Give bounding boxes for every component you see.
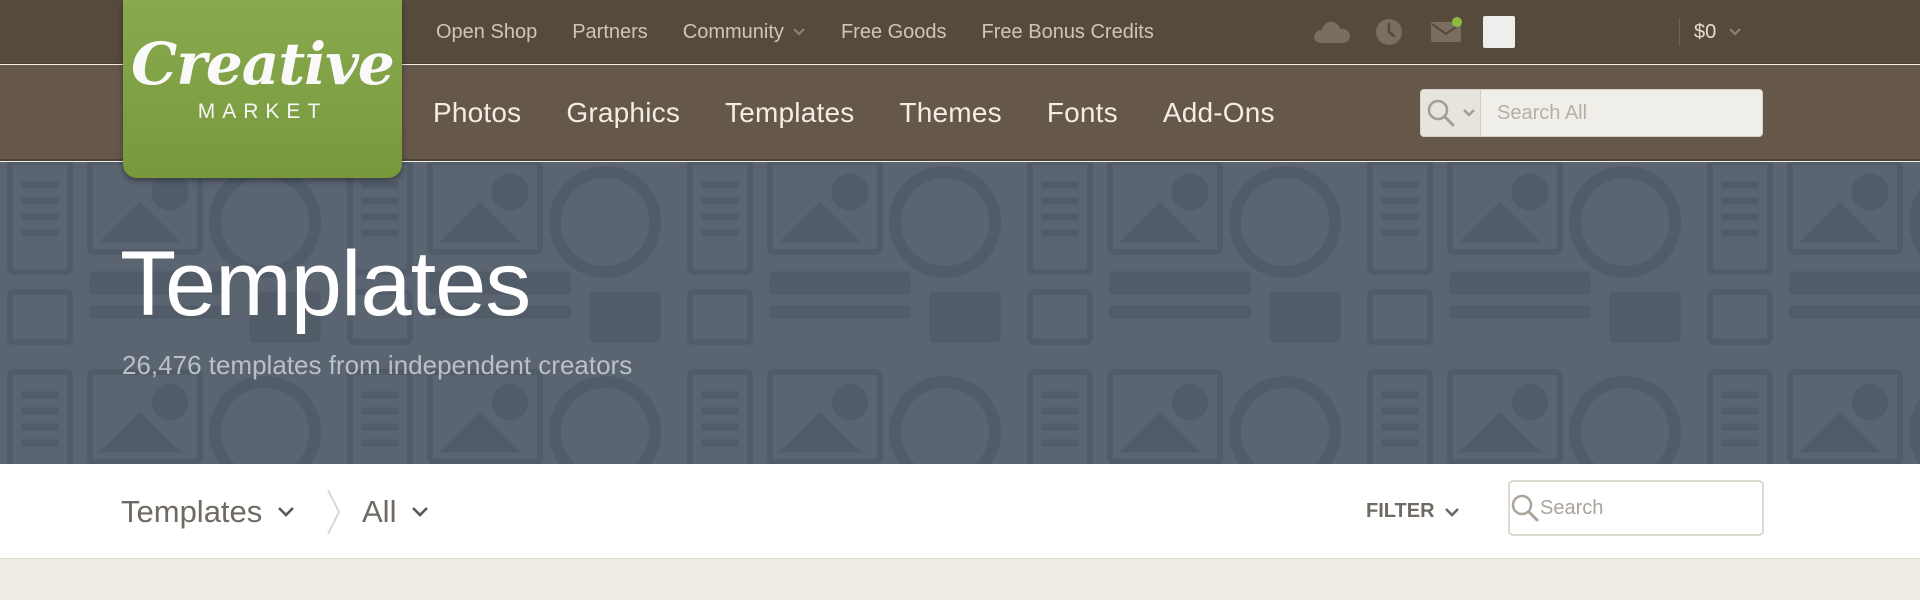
chevron-down-icon: [412, 506, 429, 517]
page-subtitle: 26,476 templates from independent creato…: [122, 350, 633, 380]
cloud-icon[interactable]: [1312, 15, 1352, 49]
nav-item-photos[interactable]: Photos: [433, 97, 521, 129]
link-community-label: Community: [682, 20, 784, 43]
logo-subtitle: MARKET: [197, 100, 328, 123]
avatar[interactable]: [1483, 16, 1515, 48]
search-icon: [1510, 493, 1540, 523]
hero-banner: Templates 26,476 templates from independ…: [0, 162, 1920, 464]
notification-dot: [1452, 17, 1462, 27]
breadcrumb-subcategory-label: All: [362, 493, 397, 529]
link-partners[interactable]: Partners: [572, 21, 648, 44]
nav-item-fonts[interactable]: Fonts: [1047, 97, 1118, 129]
cart-balance: $0: [1694, 20, 1717, 43]
nav-item-themes[interactable]: Themes: [899, 97, 1001, 129]
cart-button[interactable]: $0: [1694, 0, 1742, 64]
mail-icon[interactable]: [1426, 15, 1466, 49]
chevron-down-icon: [1444, 507, 1459, 517]
utility-links: Open Shop Partners Community Free Goods …: [436, 0, 1189, 64]
link-free-goods-label: Free Goods: [840, 20, 947, 43]
page-title: Templates: [120, 233, 531, 335]
category-nav: Photos Graphics Templates Themes Fonts A…: [433, 65, 1320, 161]
chevron-down-icon: [1462, 109, 1475, 117]
link-open-shop[interactable]: Open Shop: [436, 21, 537, 44]
link-free-bonus-credits[interactable]: Free Bonus Credits: [982, 21, 1154, 44]
breadcrumb-category-dropdown[interactable]: Templates: [121, 464, 296, 559]
divider: [1679, 18, 1680, 46]
link-community[interactable]: Community: [683, 21, 806, 44]
search-icon: [1427, 99, 1454, 127]
breadcrumb-category-label: Templates: [121, 493, 263, 529]
chevron-down-icon: [793, 28, 805, 36]
breadcrumb-subcategory-dropdown[interactable]: All: [362, 464, 430, 559]
nav-item-add-ons[interactable]: Add-Ons: [1163, 97, 1275, 129]
breadcrumb-separator-icon: [327, 489, 341, 535]
nav-item-graphics[interactable]: Graphics: [566, 97, 680, 129]
filter-label: FILTER: [1366, 500, 1435, 522]
filter-button[interactable]: FILTER: [1366, 464, 1461, 559]
link-partners-label: Partners: [572, 20, 648, 43]
link-open-shop-label: Open Shop: [436, 20, 538, 43]
logo-wordmark: Creative: [131, 30, 395, 98]
global-search-input[interactable]: [1481, 90, 1762, 136]
clock-icon[interactable]: [1369, 15, 1409, 49]
category-search-input[interactable]: [1540, 496, 1805, 520]
category-search: [1508, 480, 1805, 536]
content-area: [0, 560, 1920, 600]
link-free-bonus-credits-label: Free Bonus Credits: [981, 20, 1154, 43]
filter-bar: Templates All FILTER: [0, 464, 1920, 559]
logo[interactable]: Creative MARKET: [123, 0, 402, 178]
chevron-down-icon: [1729, 28, 1742, 36]
global-search: [1420, 89, 1763, 137]
search-scope-dropdown[interactable]: [1421, 90, 1481, 136]
nav-item-templates[interactable]: Templates: [725, 97, 854, 129]
utility-icons: [1312, 0, 1515, 64]
link-free-goods[interactable]: Free Goods: [841, 21, 947, 44]
chevron-down-icon: [278, 506, 295, 517]
